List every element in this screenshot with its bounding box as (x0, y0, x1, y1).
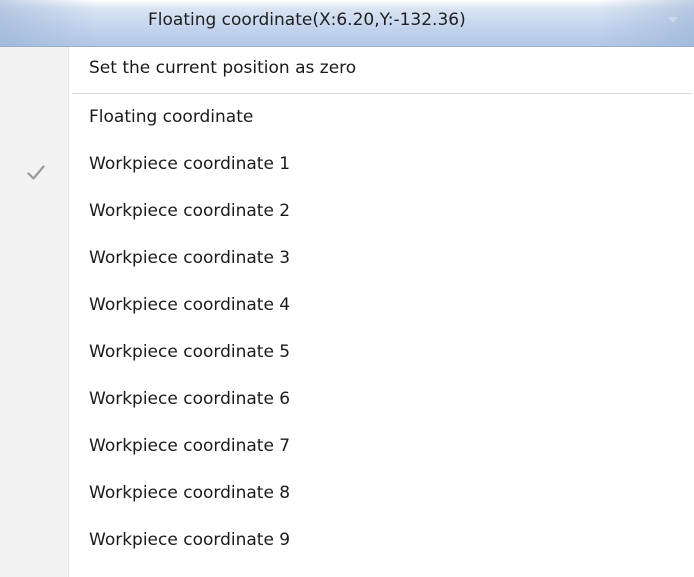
menu-item-label: Workpiece coordinate 1 (89, 154, 291, 174)
menu-check-gutter (0, 47, 69, 577)
menu-item-label: Workpiece coordinate 5 (89, 342, 291, 362)
menu-item-workpiece-coordinate-8[interactable]: Workpiece coordinate 8 (72, 472, 692, 519)
menu-item-set-zero[interactable]: Set the current position as zero (72, 47, 692, 94)
menu-item-label: Set the current position as zero (89, 58, 357, 78)
coordinate-dropdown-title: Floating coordinate(X:6.20,Y:-132.36) (148, 10, 466, 30)
menu-item-label: Workpiece coordinate 6 (89, 389, 291, 409)
menu-item-label: Workpiece coordinate 7 (89, 436, 291, 456)
menu-item-workpiece-coordinate-2[interactable]: Workpiece coordinate 2 (72, 190, 692, 237)
menu-item-label: Workpiece coordinate 3 (89, 248, 291, 268)
menu-item-workpiece-coordinate-4[interactable]: Workpiece coordinate 4 (72, 284, 692, 331)
coordinate-menu: Set the current position as zero Floatin… (0, 47, 694, 577)
menu-item-label: Workpiece coordinate 2 (89, 201, 291, 221)
menu-item-workpiece-coordinate-1[interactable]: Workpiece coordinate 1 (72, 143, 692, 190)
checkmark-icon (27, 165, 45, 180)
menu-item-workpiece-coordinate-5[interactable]: Workpiece coordinate 5 (72, 331, 692, 378)
menu-item-label: Workpiece coordinate 9 (89, 530, 291, 550)
menu-item-label: Floating coordinate (89, 107, 254, 127)
menu-item-label: Workpiece coordinate 8 (89, 483, 291, 503)
coordinate-dropdown-header[interactable]: Floating coordinate(X:6.20,Y:-132.36) (0, 0, 694, 47)
menu-item-workpiece-coordinate-9[interactable]: Workpiece coordinate 9 (72, 519, 692, 566)
menu-item-floating-coordinate[interactable]: Floating coordinate (72, 96, 692, 143)
menu-item-workpiece-coordinate-3[interactable]: Workpiece coordinate 3 (72, 237, 692, 284)
menu-item-workpiece-coordinate-7[interactable]: Workpiece coordinate 7 (72, 425, 692, 472)
menu-item-label: Workpiece coordinate 4 (89, 295, 291, 315)
dropdown-arrow-icon[interactable] (668, 17, 678, 23)
menu-item-workpiece-coordinate-6[interactable]: Workpiece coordinate 6 (72, 378, 692, 425)
